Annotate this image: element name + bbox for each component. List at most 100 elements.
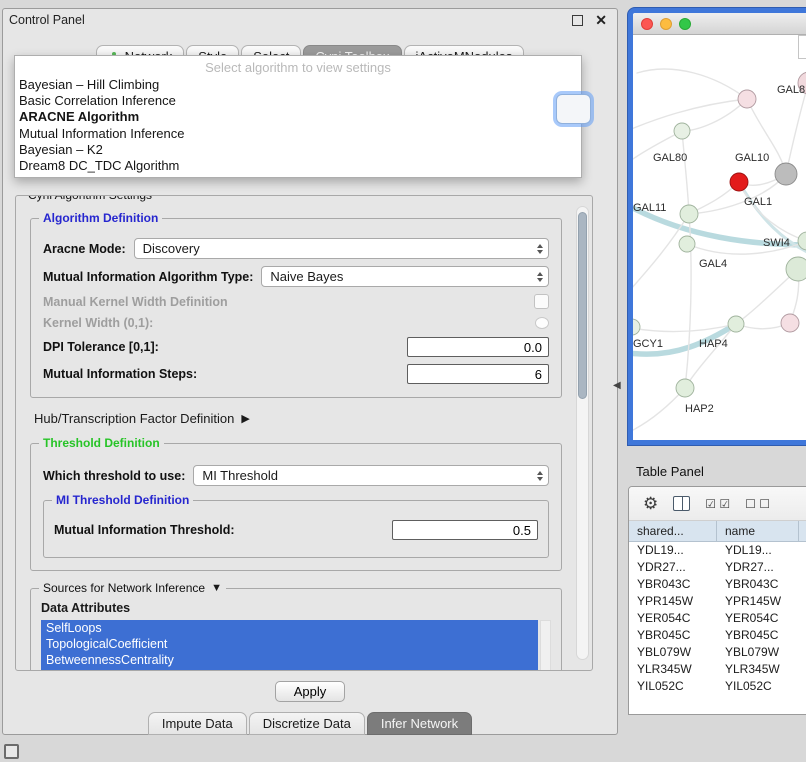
table-cell: YER054C bbox=[717, 610, 799, 627]
mi-type-label: Mutual Information Algorithm Type: bbox=[43, 270, 253, 284]
attribute-item[interactable]: SelfLoops bbox=[41, 620, 538, 636]
panel-collapse-arrow-icon[interactable]: ◀ bbox=[613, 380, 621, 391]
table-row[interactable]: YLR345WYLR345W9. bbox=[629, 661, 806, 678]
table-row[interactable]: YIL052CYIL052C bbox=[629, 678, 806, 695]
zoom-traffic-light[interactable] bbox=[679, 18, 691, 30]
network-node[interactable] bbox=[728, 316, 744, 332]
close-icon[interactable]: ✕ bbox=[595, 13, 607, 27]
table-cell: 12 bbox=[799, 559, 806, 576]
network-scrollbar[interactable] bbox=[798, 35, 806, 59]
algorithm-option[interactable]: ARACNE Algorithm bbox=[15, 109, 581, 125]
desktop: Control Panel ✕ Network Style Select Cyn… bbox=[0, 0, 806, 762]
node-label: GAL4 bbox=[699, 258, 727, 270]
manual-kernel-checkbox bbox=[534, 294, 549, 309]
apply-row: Apply bbox=[3, 681, 617, 702]
group-title: Algorithm Definition bbox=[39, 211, 162, 225]
attribute-item[interactable]: gal4RGexp bbox=[41, 668, 538, 671]
algorithm-option[interactable]: Bayesian – Hill Climbing bbox=[15, 77, 581, 93]
table-cell: YDL19... bbox=[629, 542, 717, 559]
focused-button[interactable] bbox=[556, 94, 591, 124]
table-panel-title: Table Panel bbox=[636, 464, 704, 479]
mi-threshold-row: Mutual Information Threshold: bbox=[54, 520, 538, 540]
data-attributes-list[interactable]: SelfLoopsTopologicalCoefficientBetweenne… bbox=[41, 620, 551, 671]
algorithm-definition-group: Algorithm Definition Aracne Mode: Discov… bbox=[30, 218, 562, 398]
table-row[interactable]: YER054CYER054C8. bbox=[629, 610, 806, 627]
tab-impute-data[interactable]: Impute Data bbox=[148, 712, 247, 735]
sources-label: Sources for Network Inference bbox=[43, 581, 205, 595]
network-svg: GAL8GAL80GAL10GAL11GAL1SWI4GAL4GCY1HAP4H… bbox=[633, 35, 806, 440]
network-node[interactable] bbox=[679, 236, 695, 252]
gear-icon[interactable]: ⚙ bbox=[643, 495, 658, 512]
dpi-tolerance-label: DPI Tolerance [0,1]: bbox=[43, 340, 159, 354]
attribute-item[interactable]: BetweennessCentrality bbox=[41, 652, 538, 668]
network-node[interactable] bbox=[738, 90, 756, 108]
attribute-item[interactable]: TopologicalCoefficient bbox=[41, 636, 538, 652]
mi-steps-field[interactable] bbox=[407, 364, 549, 384]
table-row[interactable]: YPR145WYPR145W9. bbox=[629, 593, 806, 610]
column-header[interactable] bbox=[799, 521, 806, 541]
network-node[interactable] bbox=[730, 173, 748, 191]
columns-icon[interactable] bbox=[673, 496, 690, 511]
empty-boxes-icon[interactable]: ☐ ☐ bbox=[745, 497, 770, 511]
node-label: HAP4 bbox=[699, 338, 728, 350]
minimize-traffic-light[interactable] bbox=[660, 18, 672, 30]
table-cell: YIL052C bbox=[629, 678, 717, 695]
table-row[interactable]: YDL19...YDL19...13 bbox=[629, 542, 806, 559]
cyni-settings-panel: Cyni Algorithm Settings Algorithm Defini… bbox=[15, 195, 593, 671]
algorithm-option[interactable]: Mutual Information Inference bbox=[15, 126, 581, 142]
mi-steps-row: Mutual Information Steps: bbox=[43, 364, 549, 384]
sources-toggle[interactable]: Sources for Network Inference ▼ bbox=[39, 581, 226, 595]
table-header-row: shared...name bbox=[629, 521, 806, 542]
network-node[interactable] bbox=[674, 123, 690, 139]
table-row[interactable]: YDR27...YDR27...12 bbox=[629, 559, 806, 576]
dpi-tolerance-field[interactable] bbox=[407, 337, 549, 357]
network-node[interactable] bbox=[786, 257, 806, 281]
close-traffic-light[interactable] bbox=[641, 18, 653, 30]
dock-panel-icon[interactable] bbox=[4, 744, 19, 759]
mi-threshold-group: MI Threshold Definition Mutual Informati… bbox=[43, 500, 549, 558]
table-cell: YIL052C bbox=[717, 678, 799, 695]
float-panel-icon[interactable] bbox=[572, 15, 583, 26]
aracne-mode-select[interactable]: Discovery bbox=[134, 238, 549, 259]
tab-discretize-data[interactable]: Discretize Data bbox=[249, 712, 365, 735]
table-row[interactable]: YBR045CYBR045C9. bbox=[629, 627, 806, 644]
algorithm-option[interactable]: Dream8 DC_TDC Algorithm bbox=[15, 158, 581, 174]
tab-label: Discretize Data bbox=[263, 716, 351, 731]
table-row[interactable]: YBL079WYBL079W bbox=[629, 644, 806, 661]
network-node[interactable] bbox=[781, 314, 799, 332]
scrollbar-thumb[interactable] bbox=[578, 212, 587, 399]
network-window-titlebar bbox=[633, 13, 806, 35]
hub-definition-toggle[interactable]: Hub/Transcription Factor Definition ▶ bbox=[34, 411, 558, 426]
settings-scrollbar[interactable] bbox=[576, 206, 589, 660]
list-scrollbar[interactable] bbox=[540, 620, 551, 671]
algorithm-option[interactable]: Basic Correlation Inference bbox=[15, 93, 581, 109]
algorithm-option[interactable]: Bayesian – K2 bbox=[15, 142, 581, 158]
table-cell: YBR043C bbox=[717, 576, 799, 593]
table-row[interactable]: YBR043CYBR043C bbox=[629, 576, 806, 593]
tab-infer-network[interactable]: Infer Network bbox=[367, 712, 472, 735]
node-label: GCY1 bbox=[633, 338, 663, 350]
node-label: GAL11 bbox=[633, 202, 666, 214]
table-cell: YDR27... bbox=[717, 559, 799, 576]
network-edge bbox=[685, 324, 736, 388]
network-node[interactable] bbox=[775, 163, 797, 185]
mi-type-select[interactable]: Naive Bayes bbox=[261, 266, 549, 287]
network-node[interactable] bbox=[633, 319, 640, 335]
column-header[interactable]: name bbox=[717, 521, 799, 541]
network-node[interactable] bbox=[676, 379, 694, 397]
network-node[interactable] bbox=[680, 205, 698, 223]
table-cell: YDR27... bbox=[629, 559, 717, 576]
column-header[interactable]: shared... bbox=[629, 521, 717, 541]
checked-boxes-icon[interactable]: ☑ ☑ bbox=[705, 497, 730, 511]
which-threshold-select[interactable]: MI Threshold bbox=[193, 465, 549, 486]
table-cell: YDL19... bbox=[717, 542, 799, 559]
mi-threshold-field[interactable] bbox=[392, 520, 538, 540]
table-cell: YER054C bbox=[629, 610, 717, 627]
algorithm-list-items: Bayesian – Hill ClimbingBasic Correlatio… bbox=[15, 77, 581, 174]
group-title: MI Threshold Definition bbox=[52, 493, 193, 507]
network-canvas[interactable]: GAL8GAL80GAL10GAL11GAL1SWI4GAL4GCY1HAP4H… bbox=[633, 35, 806, 440]
cyni-algorithm-settings-group: Cyni Algorithm Settings Algorithm Defini… bbox=[15, 195, 593, 671]
hub-definition-label: Hub/Transcription Factor Definition bbox=[34, 411, 234, 426]
apply-button[interactable]: Apply bbox=[275, 681, 346, 702]
network-edge bbox=[633, 388, 685, 431]
